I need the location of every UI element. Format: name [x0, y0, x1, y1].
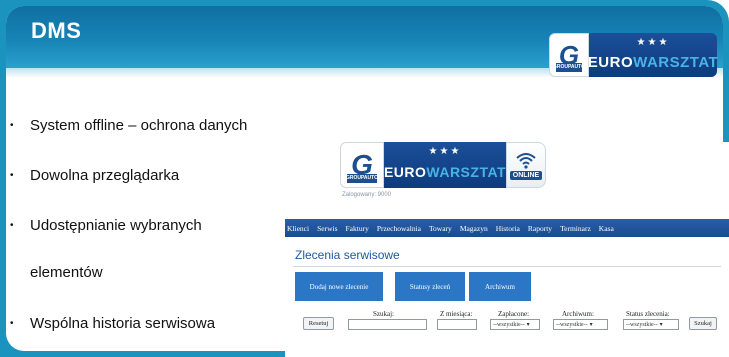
bullet-item: • Dowolna przeglądarka — [10, 167, 179, 184]
paid-label: Zapłacone: — [498, 310, 530, 318]
search-input[interactable] — [348, 319, 427, 330]
status-label: Status zlecenia: — [626, 310, 670, 318]
app-groupauto-caption: GROUPAUTO — [345, 175, 379, 181]
nav-item-magazyn[interactable]: Magazyn — [460, 224, 488, 233]
groupauto-logo: G GROUPAUTO — [549, 33, 589, 77]
nav-item-terminarz[interactable]: Terminarz — [560, 224, 591, 233]
bullet-marker: • — [10, 120, 14, 131]
page-title: Zlecenia serwisowe — [295, 248, 400, 262]
nav-item-serwis[interactable]: Serwis — [317, 224, 337, 233]
app-eurowarsztat-logo: G GROUPAUTO ★★★ EUROWARSZTAT — [340, 142, 506, 188]
app-logo-word-main: EURO — [383, 164, 427, 180]
nav-item-towary[interactable]: Towary — [429, 224, 452, 233]
bullet-text: elementów — [30, 264, 103, 281]
eurowarsztat-logo: G GROUPAUTO ★★★ EUROWARSZTAT — [549, 33, 718, 77]
bullet-item: • System offline – ochrona danych — [10, 117, 247, 134]
bullet-item: • Wspólna historia serwisowa — [10, 315, 215, 332]
month-input[interactable] — [437, 319, 477, 330]
groupauto-caption: GROUPAUTO — [552, 64, 586, 70]
nav-item-historia[interactable]: Historia — [496, 224, 520, 233]
status-select[interactable]: --wszystkie-- — [623, 319, 679, 330]
app-eurowarsztat-wordmark: ★★★ EUROWARSZTAT — [384, 142, 506, 188]
nav-item-faktury[interactable]: Faktury — [346, 224, 369, 233]
bullet-text: Wspólna historia serwisowa — [30, 315, 216, 332]
logo-word-main: EURO — [587, 54, 634, 71]
month-label: Z miesiąca: — [440, 310, 473, 318]
logo-word-accent: WARSZTAT — [633, 54, 719, 71]
eurowarsztat-wordmark: ★★★ EUROWARSZTAT — [588, 33, 718, 77]
archive-select[interactable]: --wszystkie-- — [553, 319, 608, 330]
logged-in-text: Zalogowany: 9000 — [342, 192, 392, 198]
bullet-marker: • — [10, 318, 14, 329]
online-label: ONLINE — [509, 170, 543, 180]
nav-item-przechowalnia[interactable]: Przechowalnia — [377, 224, 421, 233]
nav-item-kasa[interactable]: Kasa — [599, 224, 614, 233]
search-button[interactable]: Szukaj — [689, 317, 717, 330]
online-badge: ONLINE — [506, 142, 546, 188]
app-logo-word-accent: WARSZTAT — [426, 164, 507, 180]
bullet-marker: • — [10, 220, 14, 231]
archive-label: Archiwum: — [562, 310, 594, 318]
nav-item-klienci[interactable]: Klienci — [287, 224, 309, 233]
order-statuses-button[interactable]: Statusy zleceń — [395, 272, 465, 301]
app-stars-icon: ★★★ — [428, 146, 462, 157]
app-groupauto-logo: G GROUPAUTO — [340, 142, 384, 188]
wifi-icon — [516, 152, 536, 169]
bullet-item: • Udostępnianie wybranych — [10, 217, 202, 234]
stars-icon: ★★★ — [636, 37, 670, 48]
paid-select[interactable]: --wszystkie-- — [490, 319, 540, 330]
bullet-text: Dowolna przeglądarka — [30, 167, 180, 184]
app-nav-bar: Klienci Serwis Faktury Przechowalnia Tow… — [285, 219, 729, 237]
bullet-item: elementów — [30, 264, 103, 281]
add-order-button[interactable]: Dodaj nowe zlecenie — [295, 272, 383, 301]
slide-title: DMS — [31, 18, 82, 43]
nav-item-raporty[interactable]: Raporty — [528, 224, 552, 233]
bullet-marker: • — [10, 170, 14, 181]
bullet-text: System offline – ochrona danych — [30, 117, 248, 134]
bullet-text: Udostępnianie wybranych — [30, 217, 202, 234]
logo-word: EUROWARSZTAT — [588, 54, 718, 71]
heading-divider — [293, 266, 721, 267]
slide-frame: DMS G GROUPAUTO ★★★ EUROWARSZTAT • Syste… — [0, 0, 729, 357]
archive-button[interactable]: Archiwum — [469, 272, 531, 301]
search-label: Szukaj: — [373, 310, 394, 318]
app-screenshot: G GROUPAUTO ★★★ EUROWARSZTAT ONLINE Zalo… — [285, 142, 729, 357]
app-logo-word: EUROWARSZTAT — [384, 164, 506, 180]
reset-button[interactable]: Resetuj — [303, 317, 334, 330]
